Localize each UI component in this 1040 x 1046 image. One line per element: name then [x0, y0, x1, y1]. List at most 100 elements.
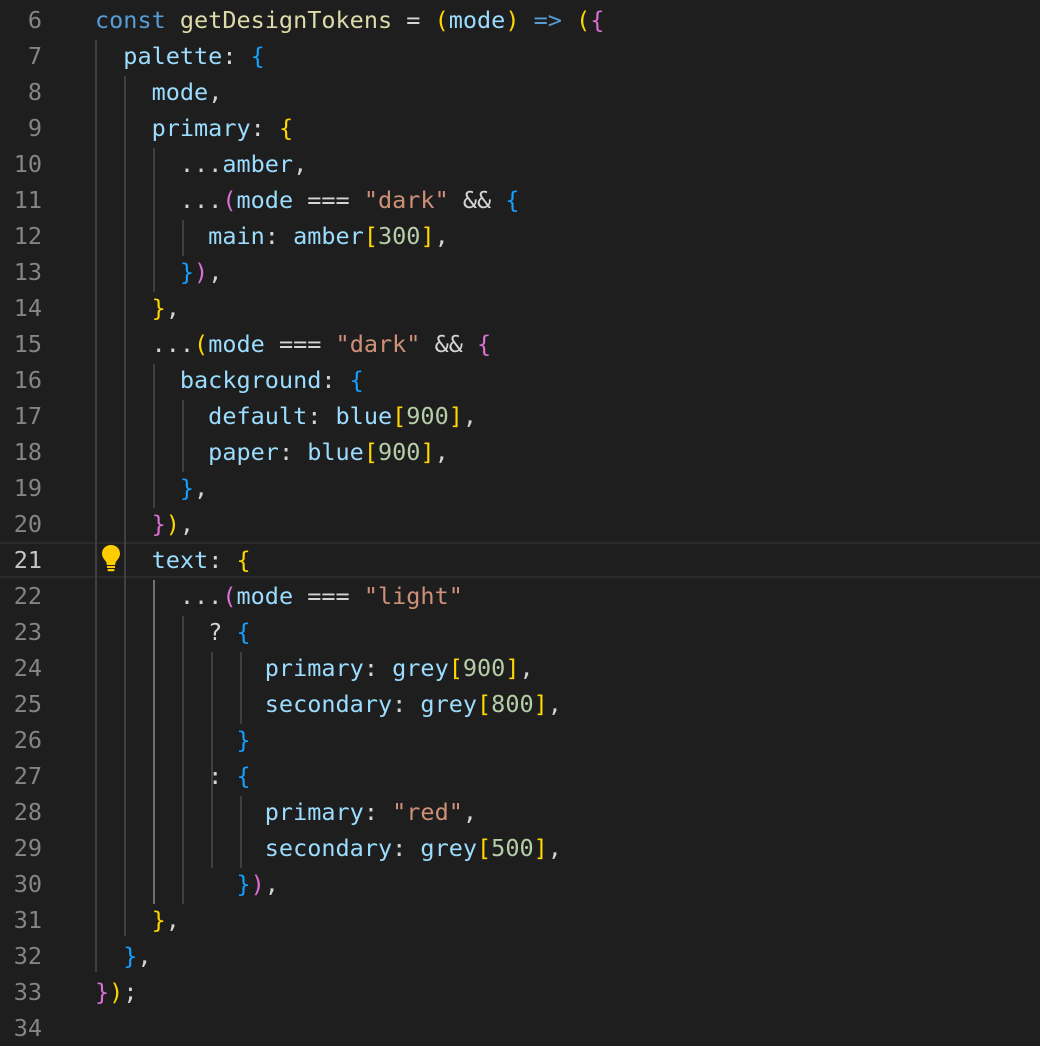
code-line[interactable]: 19 },: [0, 470, 1040, 506]
code-text: },: [95, 902, 180, 938]
code-text: },: [95, 290, 180, 326]
lightbulb-icon[interactable]: [101, 544, 121, 572]
code-line[interactable]: 27 : {: [0, 758, 1040, 794]
code-line[interactable]: 17 default: blue[900],: [0, 398, 1040, 434]
code-token: ,: [264, 870, 279, 898]
code-token: "light": [363, 582, 463, 610]
code-text: ...(mode === "dark" && {: [95, 182, 520, 218]
line-number: 24: [13, 654, 42, 682]
code-text: ? {: [95, 614, 251, 650]
code-token: {: [505, 186, 520, 214]
code-token: }: [151, 906, 166, 934]
line-number: 10: [13, 150, 42, 178]
code-token: 900: [406, 402, 449, 430]
code-token: :: [363, 798, 393, 826]
code-line[interactable]: 30 }),: [0, 866, 1040, 902]
code-line[interactable]: 6 const getDesignTokens = (mode) => ({: [0, 2, 1040, 38]
code-line[interactable]: 7 palette: {: [0, 38, 1040, 74]
code-token: ]: [448, 402, 463, 430]
code-token: ,: [547, 690, 562, 718]
code-line[interactable]: 26 }: [0, 722, 1040, 758]
code-token: default: [95, 402, 308, 430]
code-token: ...: [95, 150, 223, 178]
code-text: }),: [95, 254, 222, 290]
code-line[interactable]: 28 primary: "red",: [0, 794, 1040, 830]
code-token: 300: [377, 222, 421, 250]
code-line[interactable]: 29 secondary: grey[500],: [0, 830, 1040, 866]
code-line[interactable]: 12 main: amber[300],: [0, 218, 1040, 254]
line-number: 29: [13, 834, 42, 862]
code-token: :: [95, 762, 237, 790]
code-line[interactable]: 33});: [0, 974, 1040, 1010]
code-token: &&: [420, 330, 478, 358]
code-token: ?: [95, 618, 237, 646]
code-line[interactable]: 15 ...(mode === "dark" && {: [0, 326, 1040, 362]
code-text: paper: blue[900],: [95, 434, 449, 470]
indent-guide: [153, 148, 155, 292]
code-line[interactable]: 34: [0, 1010, 1040, 1046]
code-line[interactable]: 18 paper: blue[900],: [0, 434, 1040, 470]
code-token: {: [236, 762, 251, 790]
code-token: secondary: [95, 834, 393, 862]
code-token: ,: [547, 834, 562, 862]
line-number: 9: [27, 114, 42, 142]
code-token: grey: [392, 654, 449, 682]
code-token: {: [236, 618, 251, 646]
indent-guide: [211, 652, 213, 868]
code-token: ,: [165, 906, 180, 934]
code-editor[interactable]: 6 const getDesignTokens = (mode) => ({7 p…: [0, 0, 1040, 1042]
code-line[interactable]: 21 text: {: [0, 542, 1040, 578]
code-token: ;: [123, 978, 138, 1006]
code-line[interactable]: 11 ...(mode === "dark" && {: [0, 182, 1040, 218]
code-token: :: [222, 42, 251, 70]
indent-guide: [153, 580, 155, 904]
code-line[interactable]: 13 }),: [0, 254, 1040, 290]
indent-guide: [153, 364, 155, 508]
code-token: ,: [208, 78, 223, 106]
line-number: 19: [13, 474, 42, 502]
code-line[interactable]: 31 },: [0, 902, 1040, 938]
code-text: palette: {: [95, 38, 265, 74]
line-number: 21: [13, 546, 42, 574]
code-token: ): [505, 6, 520, 34]
code-text: }: [95, 722, 251, 758]
code-line[interactable]: 25 secondary: grey[800],: [0, 686, 1040, 722]
line-number: 25: [13, 690, 42, 718]
code-token: mode: [208, 330, 265, 358]
code-token: ,: [165, 294, 180, 322]
indent-guide: [182, 220, 184, 256]
code-token: :: [321, 366, 350, 394]
code-token: ===: [264, 330, 336, 358]
code-token: [: [363, 438, 378, 466]
code-token: ]: [420, 438, 435, 466]
code-text: background: {: [95, 362, 364, 398]
code-line[interactable]: 32 },: [0, 938, 1040, 974]
code-line[interactable]: 14 },: [0, 290, 1040, 326]
code-text: : {: [95, 758, 251, 794]
code-line[interactable]: 20 }),: [0, 506, 1040, 542]
code-token: mode: [95, 78, 209, 106]
indent-guide: [182, 616, 184, 904]
code-line[interactable]: 8 mode,: [0, 74, 1040, 110]
line-number: 12: [13, 222, 42, 250]
code-line[interactable]: 16 background: {: [0, 362, 1040, 398]
code-token: ]: [505, 654, 520, 682]
code-line[interactable]: 24 primary: grey[900],: [0, 650, 1040, 686]
code-text: },: [95, 938, 152, 974]
line-number: 30: [13, 870, 42, 898]
code-token: ,: [208, 258, 223, 286]
code-line[interactable]: 10 ...amber,: [0, 146, 1040, 182]
code-line[interactable]: 9 primary: {: [0, 110, 1040, 146]
code-token: [: [363, 222, 378, 250]
code-line[interactable]: 22 ...(mode === "light": [0, 578, 1040, 614]
code-token: ,: [137, 942, 152, 970]
code-token: primary: [95, 654, 364, 682]
code-token: ,: [462, 402, 478, 430]
code-token: (: [576, 6, 591, 34]
code-token: 500: [491, 834, 534, 862]
code-line[interactable]: 23 ? {: [0, 614, 1040, 650]
code-token: :: [392, 690, 421, 718]
code-token: {: [477, 330, 492, 358]
code-token: }: [236, 726, 251, 754]
